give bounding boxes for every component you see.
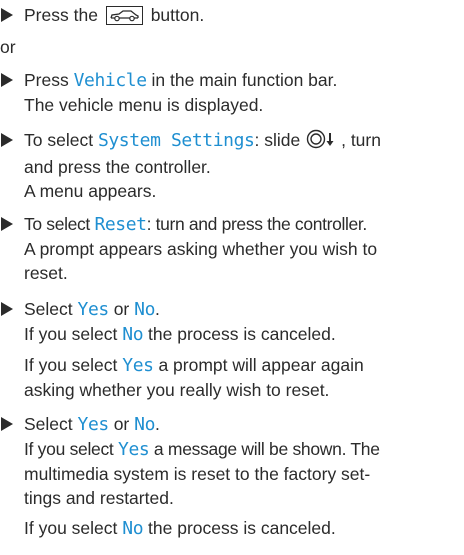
option-yes: Yes <box>77 414 110 435</box>
step-text: Press the <box>24 5 98 25</box>
step-result: The vehicle menu is displayed. <box>24 95 264 115</box>
step-result: asking whether you really wish to reset. <box>24 380 330 400</box>
step-text: Select <box>24 414 73 434</box>
step-select-yes-no-second: Select Yes or No. If you select Yes a me… <box>0 412 458 541</box>
step-result: tings and restarted. <box>24 488 174 508</box>
step-result: A prompt appears asking whether you wish… <box>24 239 378 259</box>
step-text: . <box>155 414 160 434</box>
or-separator: or <box>0 37 16 57</box>
step-text: Press <box>24 70 69 90</box>
step-select-yes-no-first: Select Yes or No. If you select No the p… <box>0 297 458 402</box>
bullet-arrow-icon <box>1 417 13 431</box>
bullet-arrow-icon <box>1 302 13 316</box>
option-yes: Yes <box>77 299 110 320</box>
bullet-arrow-icon <box>1 217 13 231</box>
step-text: and press the controller. <box>24 157 211 177</box>
step-text: : turn and press the controller. <box>146 214 368 234</box>
step-text: To select <box>24 214 90 234</box>
step-result: If you select <box>24 518 118 538</box>
step-result: multimedia system is reset to the factor… <box>24 464 371 484</box>
step-text: , turn <box>341 130 381 150</box>
step-text: in the main function bar. <box>151 70 338 90</box>
step-text: : slide <box>254 130 301 150</box>
menu-item-vehicle: Vehicle <box>73 70 147 91</box>
option-no: No <box>134 414 156 435</box>
step-select-reset: To select Reset: turn and press the cont… <box>0 212 458 285</box>
step-press-vehicle-button: Press the button. <box>0 3 458 27</box>
step-result: If you select <box>24 355 118 375</box>
menu-item-system-settings: System Settings <box>97 130 255 151</box>
step-text: or <box>113 299 130 319</box>
step-text: button. <box>150 5 205 25</box>
step-text: To select <box>24 130 94 150</box>
step-result: A menu appears. <box>24 181 157 201</box>
step-result: a prompt will appear again <box>158 355 364 375</box>
step-text: Select <box>24 299 73 319</box>
bullet-arrow-icon <box>1 73 13 87</box>
step-press-vehicle: Press Vehicle in the main function bar. … <box>0 68 458 117</box>
step-result: If you select <box>24 439 114 459</box>
option-yes: Yes <box>118 439 150 460</box>
car-icon <box>105 6 143 25</box>
bullet-arrow-icon <box>1 133 13 147</box>
controller-slide-down-icon <box>305 129 341 155</box>
option-no: No <box>134 299 156 320</box>
instruction-page: Press the button. or Press Vehicle in th… <box>0 0 464 555</box>
step-result: If you select <box>24 324 118 344</box>
bullet-arrow-icon <box>1 8 13 22</box>
option-no: No <box>122 324 144 345</box>
step-text: . <box>155 299 160 319</box>
step-select-system-settings: To select System Settings: slide , turn … <box>0 128 458 203</box>
step-result: a message will be shown. The <box>153 439 380 459</box>
option-no: No <box>122 518 144 539</box>
option-yes: Yes <box>122 355 154 376</box>
step-text: or <box>113 414 130 434</box>
step-result: the process is canceled. <box>148 518 336 538</box>
menu-item-reset: Reset <box>94 214 147 235</box>
step-result: the process is canceled. <box>148 324 336 344</box>
step-result: reset. <box>24 263 68 283</box>
